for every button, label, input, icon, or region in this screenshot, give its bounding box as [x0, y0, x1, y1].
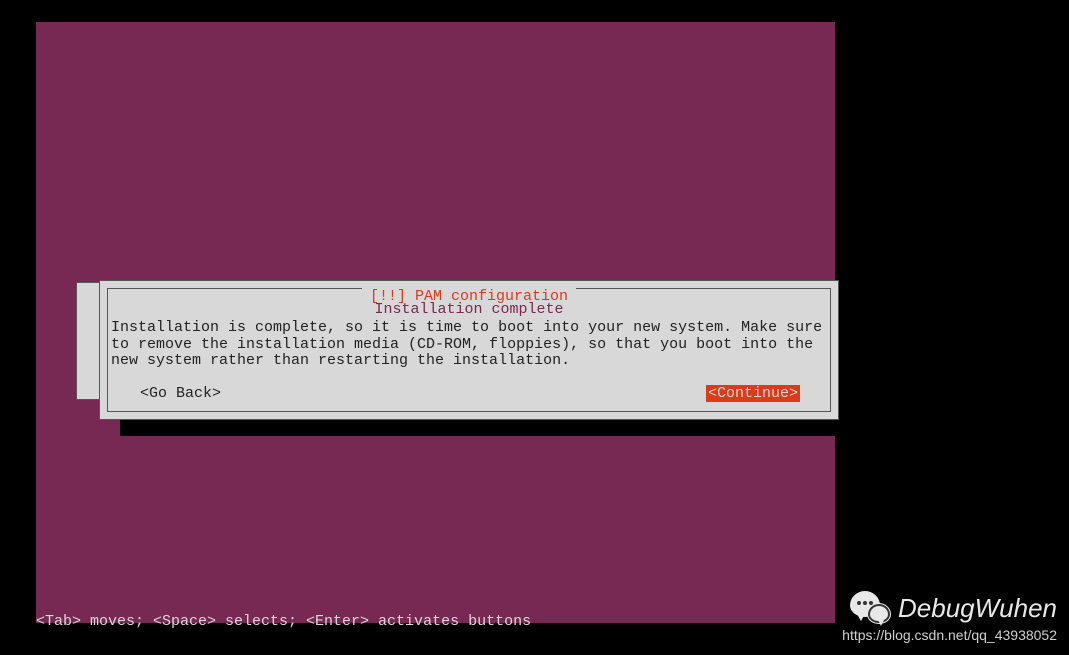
dialog-subtitle: Installation complete — [111, 301, 827, 318]
go-back-button[interactable]: <Go Back> — [140, 385, 221, 402]
continue-button[interactable]: <Continue> — [706, 385, 800, 402]
installer-screen: [!!] PAM configuration Installation comp… — [36, 22, 835, 623]
dialog-box: [!!] PAM configuration Installation comp… — [99, 280, 839, 420]
dialog-body: Installation is complete, so it is time … — [111, 320, 827, 370]
watermark-url: https://blog.csdn.net/qq_43938052 — [842, 627, 1057, 643]
wechat-icon — [850, 591, 890, 625]
footer-hint: <Tab> moves; <Space> selects; <Enter> ac… — [36, 613, 531, 630]
watermark-top: DebugWuhen — [842, 591, 1057, 625]
watermark-name: DebugWuhen — [898, 593, 1057, 624]
dialog-behind — [76, 282, 101, 400]
dialog-buttons: <Go Back> <Continue> — [140, 385, 800, 402]
dialog-content: Installation complete Installation is co… — [111, 301, 827, 370]
watermark: DebugWuhen https://blog.csdn.net/qq_4393… — [842, 591, 1057, 643]
